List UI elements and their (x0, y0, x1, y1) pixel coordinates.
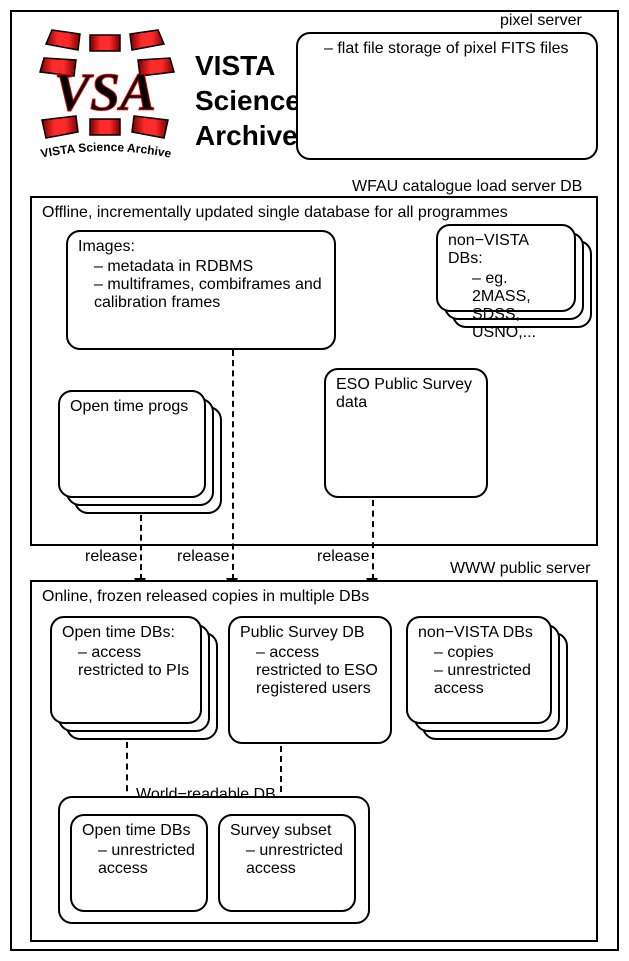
nonvista-load-title: non−VISTA DBs: (448, 232, 566, 268)
nonvista-load-item: eg. 2MASS, SDSS, USNO,... (464, 270, 566, 342)
connector (232, 350, 234, 580)
nonvista-load-box: non−VISTA DBs: eg. 2MASS, SDSS, USNO,... (436, 224, 576, 312)
public-survey-item: access restricted to ESO registered user… (256, 644, 382, 698)
svg-text:VISTA Science Archive: VISTA Science Archive (39, 140, 172, 161)
opentime-public-item: access restricted to PIs (78, 644, 192, 680)
nonvista-public-box: non−VISTA DBs copies unrestricted access (406, 616, 552, 724)
opentime-public-title: Open time DBs: (62, 624, 192, 642)
public-server-label: WWW public server (450, 560, 590, 578)
page-title: VISTA Science Archive (195, 48, 301, 153)
opentime-load-box: Open time progs (58, 390, 206, 498)
wr-opentime-item: unrestricted access (98, 842, 198, 878)
load-server-caption: Offline, incrementally updated single da… (42, 204, 588, 222)
wr-survey-subset-box: Survey subset unrestricted access (218, 814, 356, 912)
connector (372, 500, 374, 580)
wr-opentime-box: Open time DBs unrestricted access (70, 814, 208, 912)
wr-survey-subset-title: Survey subset (230, 822, 346, 840)
title-line: Archive (195, 118, 301, 153)
images-item: metadata in RDBMS (94, 258, 326, 276)
load-server-label: WFAU catalogue load server DB (352, 178, 582, 196)
title-line: VISTA (195, 48, 301, 83)
opentime-load-title: Open time progs (70, 398, 196, 416)
public-survey-box: Public Survey DB access restricted to ES… (228, 616, 392, 744)
wr-opentime-title: Open time DBs (82, 822, 198, 840)
connector (126, 742, 128, 802)
nonvista-public-title: non−VISTA DBs (418, 624, 542, 642)
logo-caption: VISTA Science Archive (39, 140, 172, 161)
nonvista-public-item: copies (434, 644, 542, 662)
pixel-server-box: flat file storage of pixel FITS files (296, 32, 598, 160)
pixel-server-item: flat file storage of pixel FITS files (324, 40, 588, 58)
wr-survey-subset-item: unrestricted access (246, 842, 346, 878)
vsa-logo: VSA VISTA Science Archive (20, 22, 190, 170)
images-title: Images: (78, 238, 326, 256)
pixel-server-label: pixel server (500, 12, 582, 30)
eso-box: ESO Public Survey data (324, 368, 488, 498)
eso-title: ESO Public Survey data (336, 376, 478, 412)
connector (140, 515, 142, 580)
connector (280, 746, 282, 802)
public-server-caption: Online, frozen released copies in multip… (42, 588, 588, 606)
release-label: release (317, 548, 369, 566)
title-line: Science (195, 83, 301, 118)
images-box: Images: metadata in RDBMS multiframes, c… (66, 230, 336, 350)
release-label: release (177, 548, 229, 566)
opentime-public-box: Open time DBs: access restricted to PIs (50, 616, 202, 724)
logo-text: VSA (54, 62, 156, 122)
public-survey-title: Public Survey DB (240, 624, 382, 642)
release-label: release (85, 548, 137, 566)
images-item: multiframes, combiframes and calibration… (94, 276, 326, 312)
nonvista-public-item: unrestricted access (434, 662, 542, 698)
